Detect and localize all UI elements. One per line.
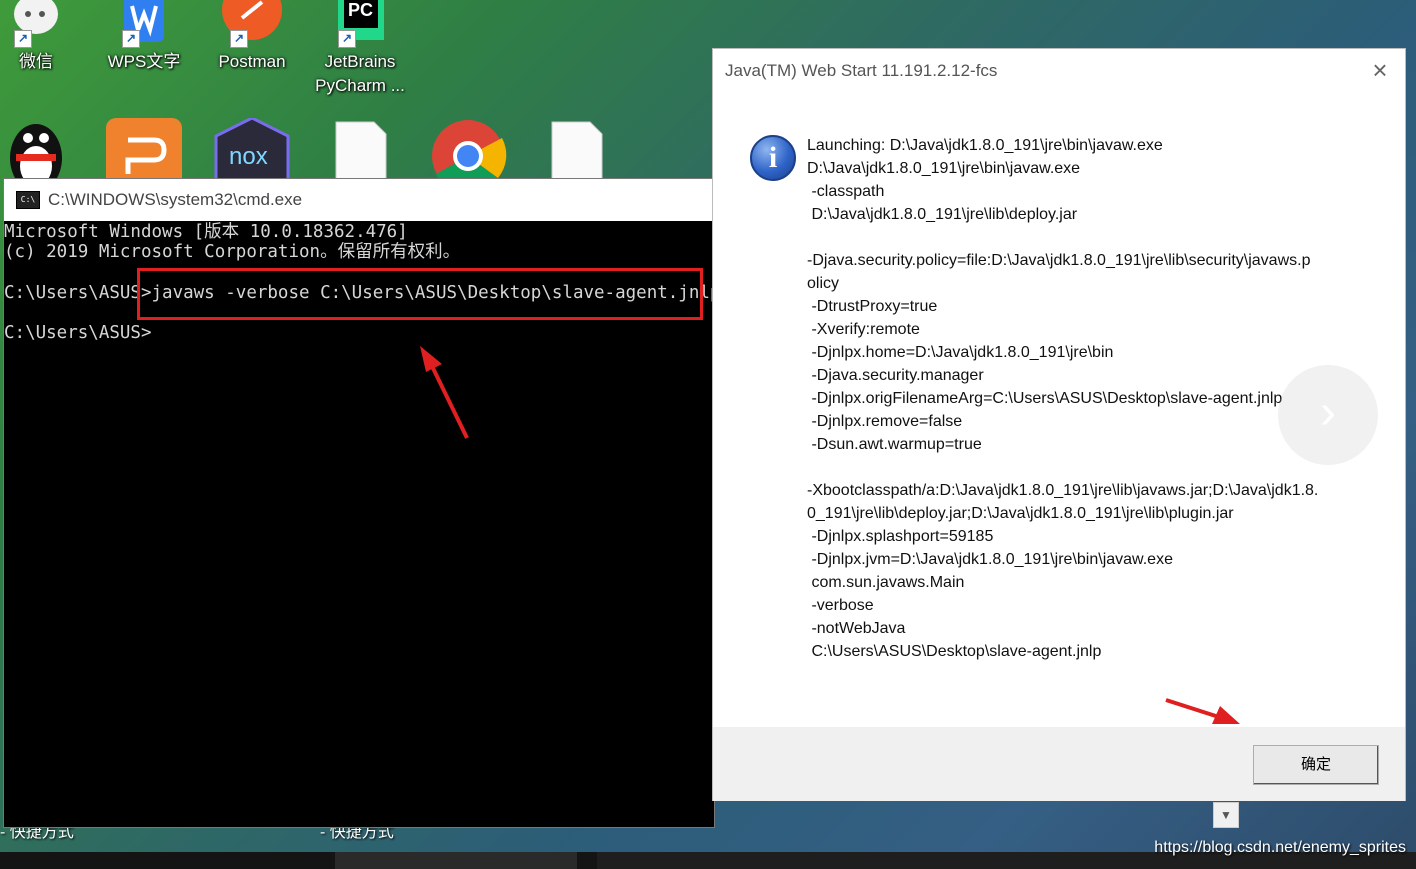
- message-line: -DtrustProxy=true: [807, 298, 938, 315]
- cmd-titlebar[interactable]: C:\ C:\WINDOWS\system32\cmd.exe: [4, 179, 714, 221]
- message-line: -Xbootclasspath/a:D:\Java\jdk1.8.0_191\j…: [807, 482, 1319, 499]
- close-icon[interactable]: ×: [1367, 57, 1393, 83]
- message-line: -Djava.security.manager: [807, 367, 984, 384]
- desktop-icon-label: 微信: [19, 52, 53, 71]
- file-icon: [335, 121, 387, 181]
- message-line: com.sun.javaws.Main: [807, 574, 965, 591]
- cmd-console[interactable]: Microsoft Windows [版本 10.0.18362.476] (c…: [4, 221, 720, 361]
- next-arrow-icon[interactable]: ›: [1278, 365, 1378, 465]
- command-highlight-box: [137, 268, 703, 320]
- annotation-arrow-icon: [1165, 698, 1240, 724]
- message-line: -verbose: [807, 597, 874, 614]
- desktop-icon-label: WPS文字: [107, 52, 181, 71]
- message-line: -Xverify:remote: [807, 321, 920, 338]
- nox-icon: nox: [214, 116, 290, 182]
- message-line: Launching: D:\Java\jdk1.8.0_191\jre\bin\…: [807, 137, 1163, 154]
- desktop-icon-qq[interactable]: [0, 118, 86, 192]
- shortcut-arrow-icon: ↗: [230, 30, 248, 48]
- message-line: -classpath: [807, 183, 885, 200]
- wps-presentation-icon: [106, 118, 182, 188]
- postman-icon: ↗: [220, 0, 284, 48]
- cmd-app-icon: C:\: [16, 191, 40, 209]
- desktop-icon-pycharm[interactable]: PC ↗ JetBrains PyCharm ...: [310, 0, 410, 98]
- desktop-icon-wps-presentation[interactable]: [94, 118, 194, 188]
- message-line: [807, 226, 1367, 249]
- message-line: olicy: [807, 275, 840, 292]
- message-line: -notWebJava: [807, 620, 906, 637]
- watermark-text: https://blog.csdn.net/enemy_sprites: [1154, 839, 1406, 856]
- message-line: [807, 456, 1367, 479]
- desktop-icon-file-1[interactable]: [310, 118, 410, 185]
- message-line: -Djnlpx.splashport=59185: [807, 528, 994, 545]
- shortcut-arrow-icon: ↗: [14, 30, 32, 48]
- info-icon: i: [750, 135, 796, 181]
- cmd-window[interactable]: C:\ C:\WINDOWS\system32\cmd.exe Microsof…: [3, 178, 720, 828]
- svg-text:nox: nox: [229, 143, 268, 170]
- cmd-window-title: C:\WINDOWS\system32\cmd.exe: [48, 190, 303, 209]
- message-line: D:\Java\jdk1.8.0_191\jre\lib\deploy.jar: [807, 206, 1078, 223]
- shortcut-arrow-icon: ↗: [122, 30, 140, 48]
- message-line: D:\Java\jdk1.8.0_191\jre\bin\javaw.exe: [807, 160, 1081, 177]
- shortcut-arrow-icon: ↗: [338, 30, 356, 48]
- dialog-footer: 确定: [713, 727, 1405, 801]
- desktop-icon-postman[interactable]: ↗ Postman: [202, 0, 302, 74]
- desktop-icon-chrome[interactable]: [418, 118, 518, 194]
- desktop-icon-nox[interactable]: nox: [202, 116, 302, 185]
- desktop-icon-wps-writer[interactable]: ↗ WPS文字: [94, 0, 194, 74]
- console-line: Microsoft Windows [版本 10.0.18362.476]: [4, 222, 408, 242]
- message-line: -Djnlpx.jvm=D:\Java\jdk1.8.0_191\jre\bin…: [807, 551, 1173, 568]
- desktop-icon-label: Postman: [218, 52, 286, 71]
- pycharm-icon: PC ↗: [328, 0, 392, 48]
- console-line: (c) 2019 Microsoft Corporation。保留所有权利。: [4, 242, 461, 262]
- file-icon: [551, 121, 603, 181]
- desktop-icon-file-2[interactable]: [526, 118, 626, 185]
- dialog-title: Java(TM) Web Start 11.191.2.12-fcs: [725, 61, 998, 80]
- message-line: 0_191\jre\lib\deploy.jar;D:\Java\jdk1.8.…: [807, 505, 1234, 522]
- qq-icon: [10, 124, 62, 192]
- console-prompt-line: C:\Users\ASUS>: [4, 323, 152, 343]
- ok-button[interactable]: 确定: [1253, 745, 1379, 785]
- wechat-icon: ↗: [4, 0, 68, 48]
- message-line: -Djava.security.policy=file:D:\Java\jdk1…: [807, 252, 1311, 269]
- annotation-arrow-icon: [420, 346, 469, 439]
- message-line: -Djnlpx.home=D:\Java\jdk1.8.0_191\jre\bi…: [807, 344, 1114, 361]
- svg-text:PC: PC: [348, 0, 373, 20]
- message-line: C:\Users\ASUS\Desktop\slave-agent.jnlp: [807, 643, 1102, 660]
- desktop-icon-wechat[interactable]: ↗ 微信: [0, 0, 86, 74]
- chrome-icon: [432, 120, 507, 194]
- chevron-down-icon[interactable]: ▼: [1213, 802, 1239, 828]
- wps-writer-icon: ↗: [112, 0, 176, 48]
- desktop-icon-label: JetBrains PyCharm ...: [315, 52, 405, 95]
- java-web-start-dialog[interactable]: Java(TM) Web Start 11.191.2.12-fcs × i L…: [712, 48, 1406, 801]
